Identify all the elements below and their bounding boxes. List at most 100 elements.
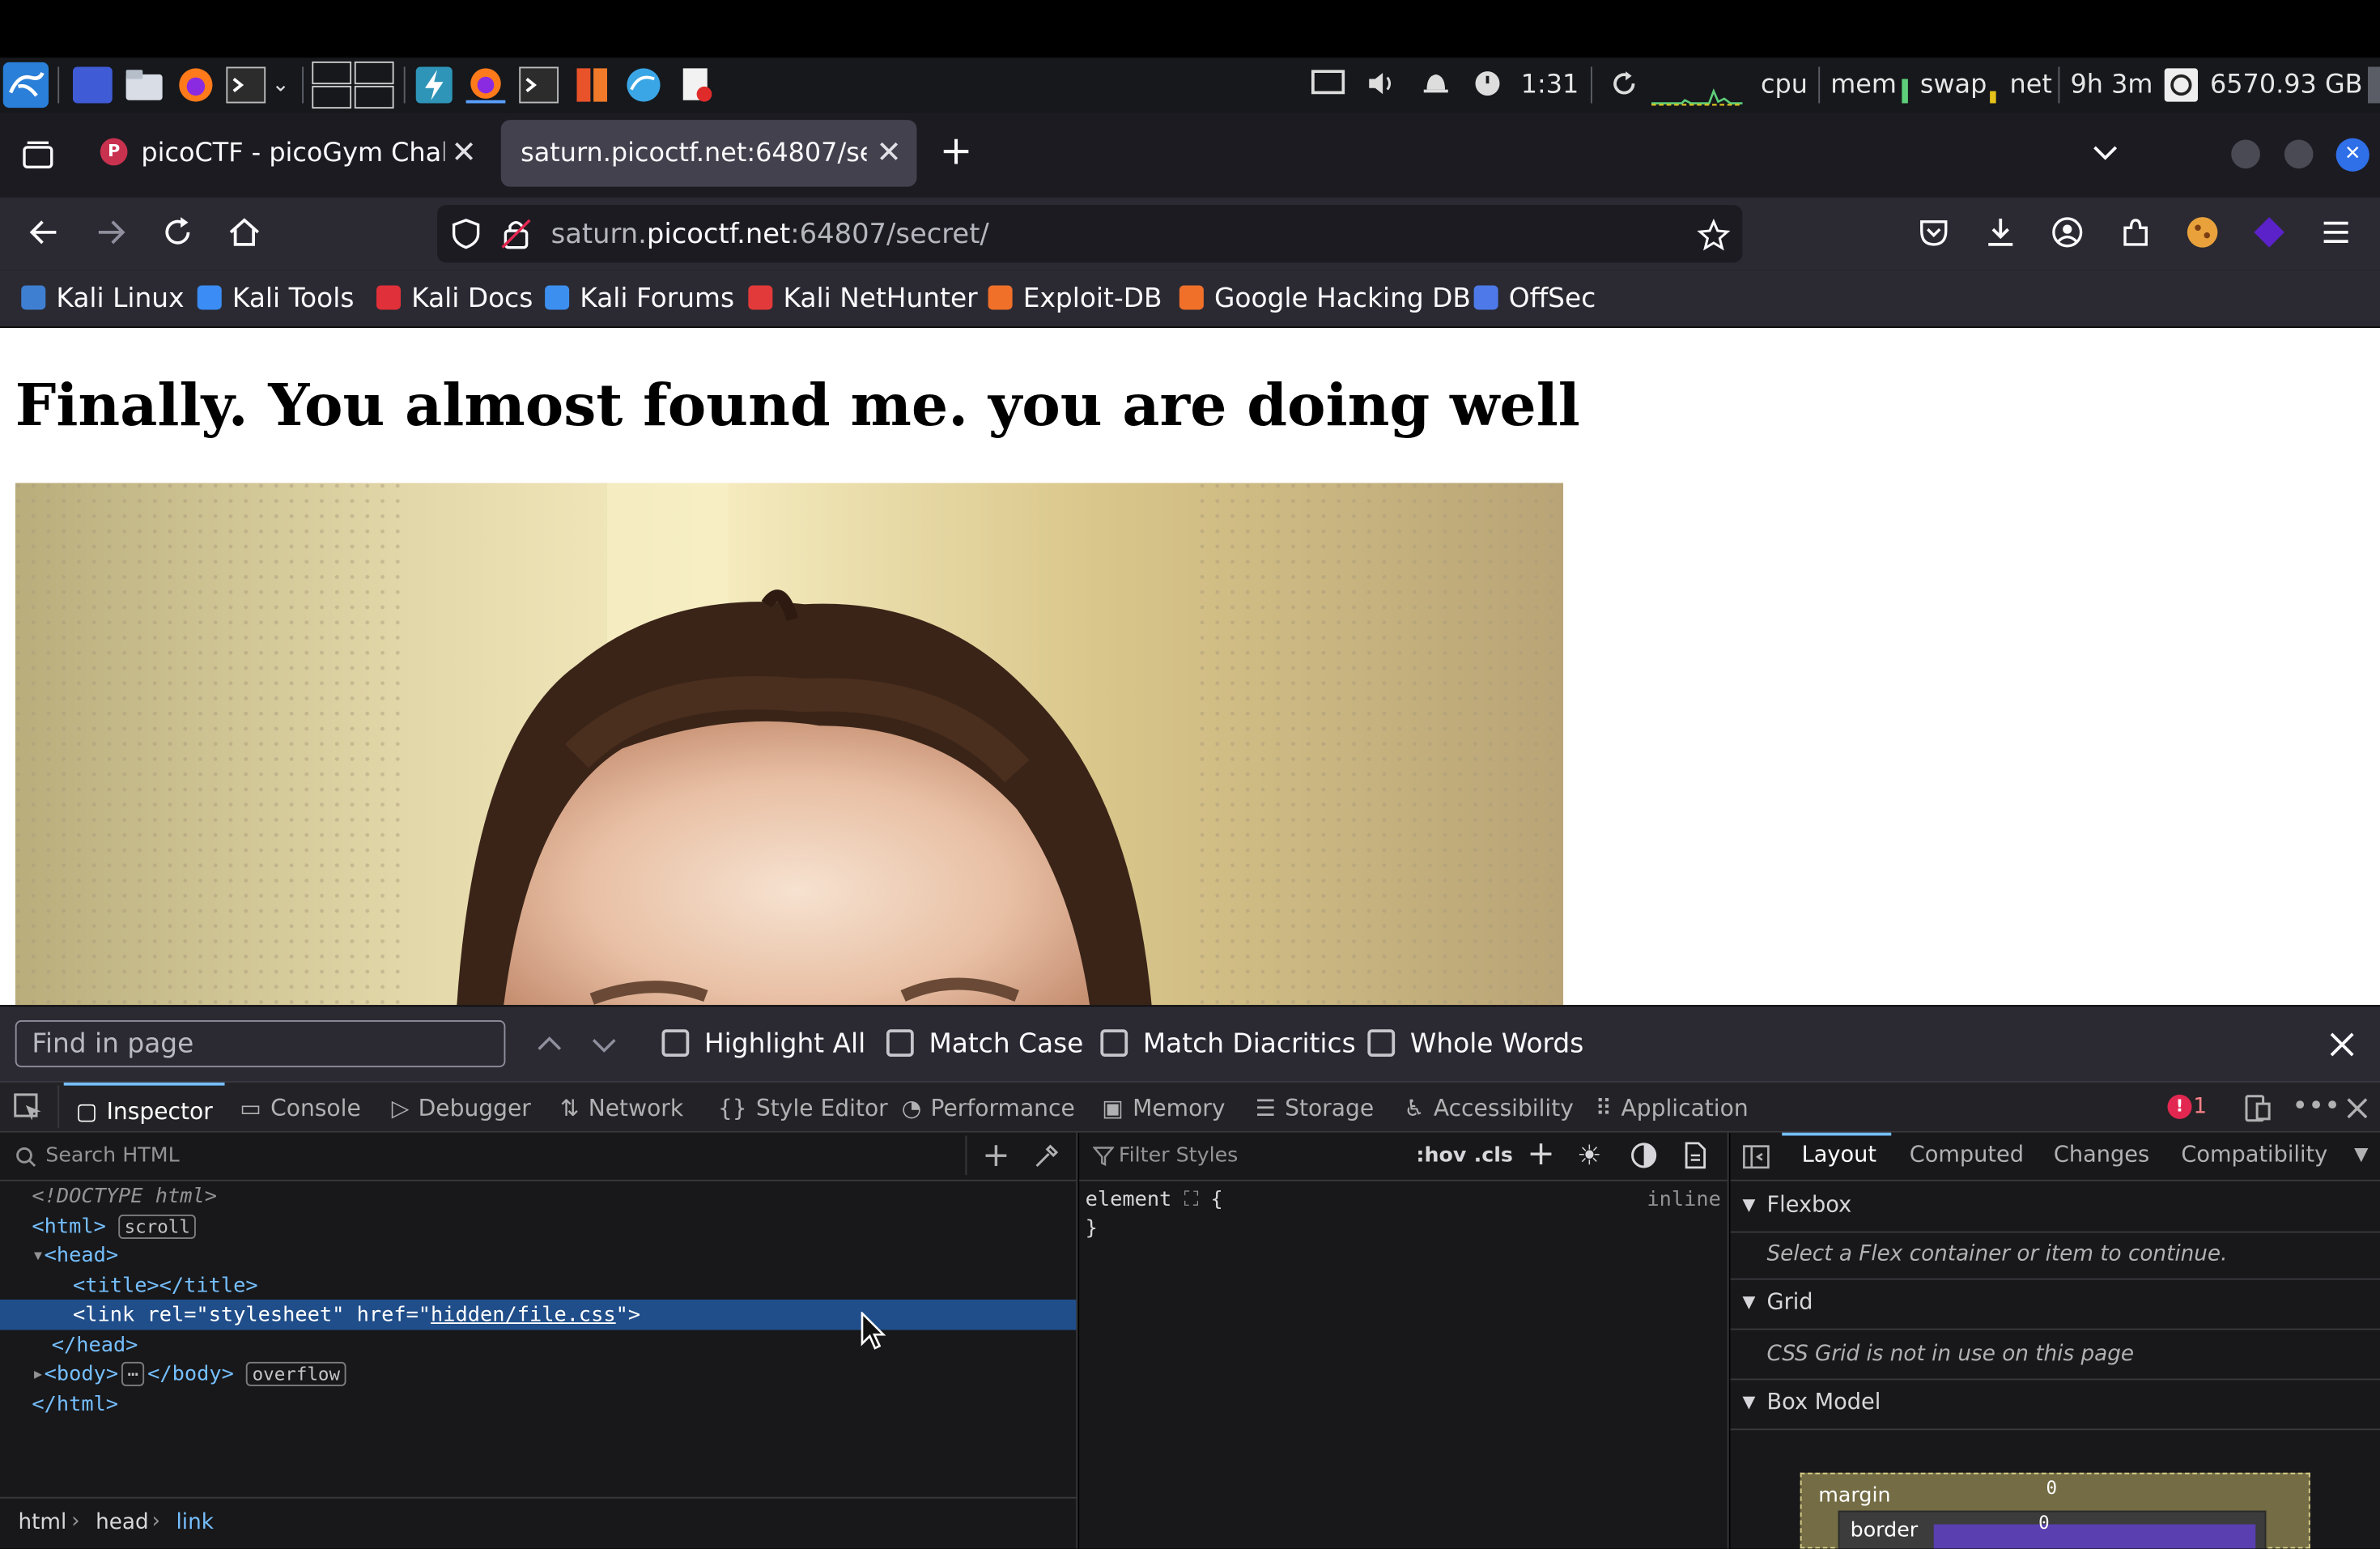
eyedropper-icon[interactable]: [1032, 1143, 1060, 1171]
tab-inspector[interactable]: ▢Inspector: [64, 1083, 225, 1133]
tab-changes[interactable]: Changes: [2054, 1143, 2149, 1168]
box-model-margin[interactable]: margin 0 border 0: [1800, 1473, 2310, 1549]
tab-performance[interactable]: ◔Performance: [902, 1083, 1075, 1133]
tab-application[interactable]: ⠿Application: [1596, 1083, 1749, 1133]
tab-overview-icon[interactable]: [21, 138, 54, 172]
clock[interactable]: 1:31: [1521, 70, 1579, 100]
head-node[interactable]: ▾<head>: [32, 1244, 118, 1268]
html-node[interactable]: <html> scroll: [32, 1215, 196, 1239]
reload-button[interactable]: [161, 215, 194, 249]
bell-icon[interactable]: [1421, 70, 1451, 106]
find-next-icon[interactable]: [589, 1029, 620, 1060]
highlight-all-checkbox[interactable]: Highlight All: [662, 1029, 866, 1060]
extension-cookie-icon[interactable]: [2186, 215, 2219, 249]
overflow-badge[interactable]: overflow: [246, 1362, 346, 1386]
close-window-button[interactable]: ✕: [2336, 138, 2369, 172]
file-manager-icon[interactable]: [125, 67, 164, 104]
extension-purple-icon[interactable]: [2253, 215, 2286, 249]
print-media-icon[interactable]: [1683, 1142, 1707, 1169]
maximize-window-button[interactable]: [2284, 140, 2314, 169]
find-previous-icon[interactable]: [534, 1029, 565, 1060]
match-case-checkbox[interactable]: Match Case: [886, 1029, 1083, 1060]
bookmark-exploit-db[interactable]: Exploit-DB: [988, 284, 1162, 315]
terminal-launcher-icon[interactable]: [226, 67, 266, 104]
match-diacritics-checkbox[interactable]: Match Diacritics: [1100, 1029, 1355, 1060]
cpu-monitor[interactable]: cpu: [1761, 70, 1808, 100]
power-icon[interactable]: [1473, 70, 1503, 106]
tab-picogym[interactable]: P picoCTF - picoGym Challe ✕: [88, 120, 492, 187]
bookmark-kali-tools[interactable]: Kali Tools: [198, 284, 355, 315]
breadcrumb-link[interactable]: link: [176, 1511, 214, 1535]
html-close-node[interactable]: </html>: [32, 1392, 118, 1416]
bookmark-google-hacking-db[interactable]: Google Hacking DB: [1179, 284, 1471, 315]
error-count[interactable]: 1: [2193, 1095, 2207, 1119]
close-devtools-icon[interactable]: [2345, 1096, 2369, 1121]
tab-memory[interactable]: ▣Memory: [1102, 1083, 1225, 1133]
new-tab-button[interactable]: +: [940, 130, 973, 173]
error-icon[interactable]: !: [2168, 1095, 2192, 1119]
head-close-node[interactable]: </head>: [52, 1333, 138, 1357]
body-node[interactable]: ▸<body>⋯</body> overflow: [32, 1362, 346, 1386]
hover-state-toggle[interactable]: :hov: [1416, 1143, 1466, 1168]
app-wave-icon[interactable]: [624, 67, 664, 104]
tracking-protection-shield-icon[interactable]: [451, 219, 482, 249]
bookmark-kali-nethunter[interactable]: Kali NetHunter: [748, 284, 977, 315]
bookmark-kali-forums[interactable]: Kali Forums: [545, 284, 734, 315]
link-node[interactable]: <link rel="stylesheet" href="hidden/file…: [73, 1303, 640, 1327]
toggle-sidebar-icon[interactable]: [1743, 1143, 1770, 1171]
insecure-lock-icon[interactable]: [501, 217, 532, 250]
app-lightning-icon[interactable]: [416, 67, 453, 104]
scroll-badge[interactable]: scroll: [118, 1215, 196, 1239]
search-html-input[interactable]: Search HTML +: [0, 1133, 1076, 1181]
expand-arrow-icon[interactable]: ▾: [32, 1244, 44, 1268]
stylesheet-link[interactable]: hidden/file.css: [431, 1303, 616, 1327]
burp-icon[interactable]: [574, 67, 610, 104]
dark-scheme-icon[interactable]: [1630, 1142, 1658, 1169]
class-toggle[interactable]: .cls: [1474, 1143, 1513, 1168]
account-icon[interactable]: [2051, 215, 2084, 249]
firefox-launcher-icon[interactable]: [176, 67, 216, 104]
terminal-running-icon[interactable]: [519, 67, 559, 104]
back-button[interactable]: [28, 215, 61, 249]
sidebar-overflow-chevron-icon[interactable]: ▼: [2354, 1143, 2368, 1164]
url-text[interactable]: saturn.picoctf.net:64807/secret/: [551, 219, 989, 250]
element-rule[interactable]: element ⛶ {: [1086, 1187, 1223, 1211]
find-in-page-input[interactable]: Find in page: [15, 1020, 506, 1067]
tab-computed[interactable]: Computed: [1910, 1143, 2024, 1168]
kali-menu-icon[interactable]: [3, 62, 49, 108]
margin-top-value[interactable]: 0: [2046, 1477, 2058, 1498]
home-button[interactable]: [227, 215, 261, 249]
forward-button[interactable]: [94, 215, 127, 249]
collapse-arrow-icon[interactable]: ▸: [32, 1362, 44, 1386]
document-app-icon[interactable]: [678, 67, 715, 104]
net-monitor[interactable]: net: [2010, 70, 2052, 100]
display-icon[interactable]: [1311, 70, 1345, 106]
extensions-icon[interactable]: [2119, 215, 2153, 249]
refresh-status-icon[interactable]: [1609, 70, 1640, 106]
tab-console[interactable]: ▭Console: [240, 1083, 361, 1133]
breadcrumb-head[interactable]: head: [96, 1511, 149, 1535]
doctype-node[interactable]: <!DOCTYPE html>: [32, 1185, 217, 1209]
tab-secret-page[interactable]: saturn.picoctf.net:64807/sec ✕: [501, 120, 917, 187]
title-node[interactable]: <title></title>: [73, 1274, 258, 1298]
node-highlight-icon[interactable]: ⛶: [1184, 1187, 1199, 1211]
bookmark-offsec[interactable]: OffSec: [1474, 284, 1596, 315]
desktop-icon[interactable]: [73, 67, 113, 104]
add-node-icon[interactable]: +: [982, 1137, 1010, 1175]
downloads-icon[interactable]: [1984, 215, 2017, 249]
tab-debugger[interactable]: ▷Debugger: [392, 1083, 531, 1133]
swap-monitor[interactable]: swap: [1920, 70, 1987, 100]
tab-storage[interactable]: ☰Storage: [1256, 1083, 1375, 1133]
tab-compatibility[interactable]: Compatibility: [2181, 1143, 2327, 1168]
close-tab-icon[interactable]: ✕: [876, 134, 901, 170]
volume-icon[interactable]: [1366, 70, 1400, 106]
box-model-section-header[interactable]: ▼ Box Model: [1731, 1380, 2380, 1430]
ellipsis-badge[interactable]: ⋯: [121, 1362, 145, 1386]
bookmark-kali-docs[interactable]: Kali Docs: [376, 284, 533, 315]
firefox-running-icon[interactable]: [466, 67, 506, 104]
pocket-icon[interactable]: [1917, 215, 1950, 249]
tab-layout[interactable]: Layout: [1802, 1143, 1876, 1168]
responsive-design-icon[interactable]: [2243, 1095, 2271, 1122]
hamburger-menu-icon[interactable]: [2319, 215, 2352, 249]
chevron-down-icon[interactable]: ⌄: [272, 73, 293, 109]
